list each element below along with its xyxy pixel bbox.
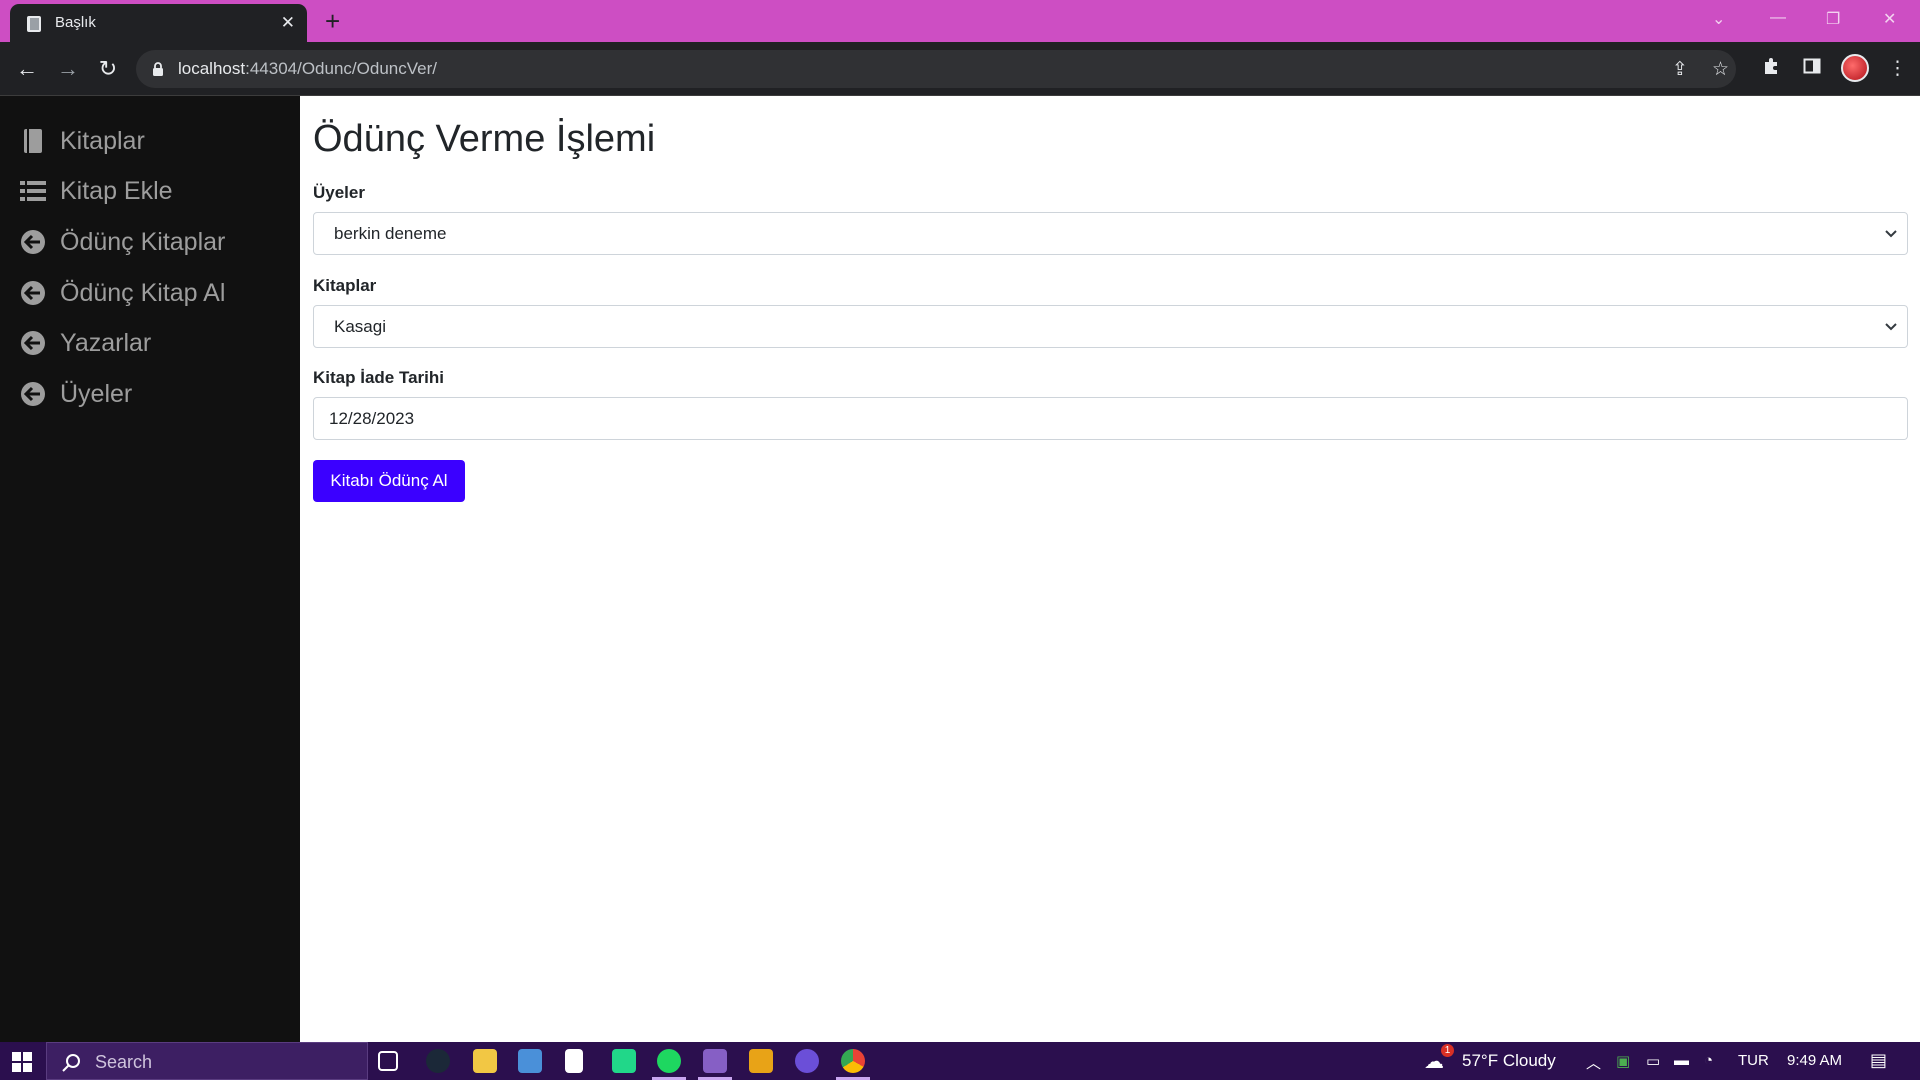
task-view-icon[interactable] [378, 1051, 398, 1071]
sidebar-item-odunc-kitap-al[interactable]: Ödünç Kitap Al [20, 273, 225, 313]
chevron-down-icon [1883, 318, 1899, 339]
clock-time[interactable]: 9:49 AM [1787, 1052, 1842, 1069]
browser-toolbar: ← → ↻ localhost:44304/Odunc/OduncVer/ ⇪ … [0, 42, 1920, 96]
battery-icon[interactable]: ▬ [1674, 1052, 1689, 1069]
sidebar-item-yazarlar[interactable]: Yazarlar [20, 323, 151, 363]
main-content: Ödünç Verme İşlemi Üyeler berkin deneme … [300, 96, 1920, 1042]
sidebar-item-label: Ödünç Kitaplar [60, 227, 226, 256]
windows-taskbar: Search ☁ 1 57°F Cloudy ︿ ▣ ▭ ▬ ◔ TUR 9:4… [0, 1042, 1920, 1080]
show-hidden-icons-chevron-icon[interactable]: ︿ [1586, 1052, 1601, 1073]
sidebar-item-uyeler[interactable]: Üyeler [20, 374, 132, 414]
restore-button[interactable]: ❐ [1826, 9, 1840, 29]
weather-badge: 1 [1441, 1044, 1454, 1057]
taskbar-search-box[interactable]: Search [46, 1042, 368, 1080]
return-date-label: Kitap İade Tarihi [313, 368, 444, 387]
book-icon [20, 128, 46, 154]
chrome-app-icon[interactable] [841, 1049, 865, 1073]
books-select[interactable]: Kasagi [313, 305, 1908, 348]
browser-tab-active[interactable]: Başlık ✕ [10, 4, 307, 42]
side-panel-icon[interactable] [1803, 57, 1821, 81]
list-icon [20, 178, 46, 204]
file-explorer-icon[interactable] [473, 1049, 497, 1073]
network-app-icon[interactable] [518, 1049, 542, 1073]
members-select[interactable]: berkin deneme [313, 212, 1908, 255]
profile-avatar[interactable] [1841, 54, 1869, 82]
bookmark-star-icon[interactable]: ☆ [1712, 58, 1729, 81]
sidebar-item-odunc-kitaplar[interactable]: Ödünç Kitaplar [20, 222, 225, 262]
browser-menu-icon[interactable]: ⋮ [1888, 57, 1907, 80]
paint-app-icon[interactable] [749, 1049, 773, 1073]
search-icon [61, 1053, 81, 1078]
browser-tab-strip: Başlık ✕ + ⌄ — ❐ ✕ [0, 0, 1920, 42]
steam-app-icon[interactable] [426, 1049, 450, 1073]
page-favicon-icon [24, 14, 44, 34]
arrow-circle-left-icon [20, 381, 46, 407]
arrow-circle-left-icon [20, 330, 46, 356]
tab-title: Başlık [55, 14, 96, 31]
wifi-icon[interactable]: ◔ [1704, 1052, 1713, 1069]
notepad-app-icon[interactable] [565, 1049, 583, 1073]
weather-text[interactable]: 57°F Cloudy [1462, 1051, 1556, 1071]
sidebar-item-label: Kitaplar [60, 126, 145, 155]
extensions-puzzle-icon[interactable] [1762, 57, 1780, 81]
lock-icon[interactable] [152, 62, 164, 81]
members-label: Üyeler [313, 183, 365, 202]
url-text: localhost:44304/Odunc/OduncVer/ [178, 59, 437, 78]
language-indicator[interactable]: TUR [1738, 1052, 1769, 1069]
books-select-value: Kasagi [334, 317, 386, 336]
pycharm-app-icon[interactable] [612, 1049, 636, 1073]
nvidia-tray-icon[interactable]: ▣ [1616, 1052, 1630, 1070]
chevron-down-icon [1883, 225, 1899, 246]
sidebar-item-label: Ödünç Kitap Al [60, 278, 226, 307]
books-label: Kitaplar [313, 276, 377, 295]
sidebar-item-kitaplar[interactable]: Kitaplar [20, 121, 145, 161]
borrow-book-button[interactable]: Kitabı Ödünç Al [313, 460, 465, 502]
eclipse-app-icon[interactable] [795, 1049, 819, 1073]
sidebar: Kitaplar Kitap Ekle Ödünç Kitaplar Ödünç… [0, 96, 300, 1042]
members-select-value: berkin deneme [334, 224, 447, 243]
address-bar[interactable]: localhost:44304/Odunc/OduncVer/ ⇪ ☆ [136, 50, 1736, 88]
reload-button[interactable]: ↻ [95, 56, 121, 82]
back-button[interactable]: ← [14, 56, 40, 82]
minimize-button[interactable]: — [1770, 9, 1786, 27]
new-tab-button[interactable]: + [325, 7, 340, 35]
sidebar-item-kitap-ekle[interactable]: Kitap Ekle [20, 171, 173, 211]
forward-button[interactable]: → [55, 56, 81, 82]
windows-start-icon[interactable] [12, 1052, 32, 1077]
return-date-value: 12/28/2023 [329, 409, 415, 428]
page-title: Ödünç Verme İşlemi [313, 118, 656, 160]
arrow-circle-left-icon [20, 280, 46, 306]
sidebar-item-label: Yazarlar [60, 328, 152, 357]
tab-search-chevron-icon[interactable]: ⌄ [1712, 9, 1725, 29]
sidebar-item-label: Kitap Ekle [60, 176, 173, 205]
arrow-circle-left-icon [20, 229, 46, 255]
share-icon[interactable]: ⇪ [1672, 58, 1688, 81]
visual-studio-app-icon[interactable] [703, 1049, 727, 1073]
spotify-app-icon[interactable] [657, 1049, 681, 1073]
notifications-icon[interactable]: ▤ [1870, 1050, 1887, 1071]
meet-now-icon[interactable]: ▭ [1646, 1052, 1660, 1070]
close-window-button[interactable]: ✕ [1883, 9, 1896, 29]
tab-close-icon[interactable]: ✕ [281, 13, 295, 33]
sidebar-item-label: Üyeler [60, 379, 133, 408]
return-date-input[interactable]: 12/28/2023 [313, 397, 1908, 440]
search-placeholder: Search [95, 1052, 153, 1072]
